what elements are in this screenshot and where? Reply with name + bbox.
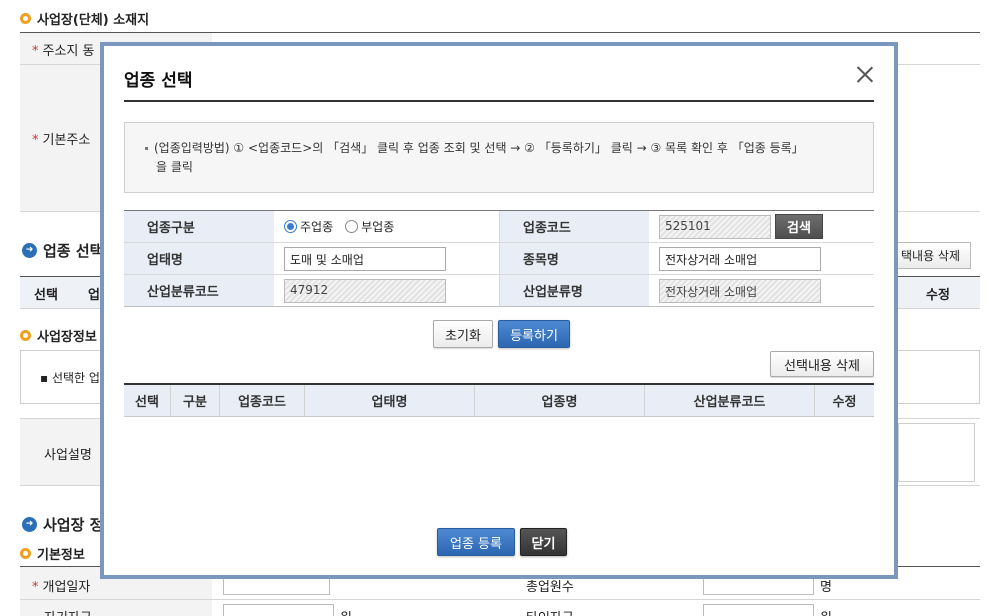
reset-button[interactable]: 초기화	[433, 320, 493, 348]
guide-line: (업종입력방법) ① <업종코드>의 「검색」 클릭 후 업종 조회 및 선택 …	[145, 139, 853, 158]
bullet-icon	[145, 147, 148, 150]
delete-selected-button[interactable]: 선택내용 삭제	[770, 351, 874, 377]
industry-code-field: 525101	[659, 214, 771, 239]
unit-won: 원	[340, 607, 352, 616]
open-date-label: * 개업일자	[32, 580, 91, 595]
item-label: 종목명	[499, 243, 649, 274]
selected-hint: ▪ 선택한 업	[40, 371, 100, 385]
ind-name-field: 전자상거래 소매업	[659, 278, 821, 303]
biz-desc-textarea[interactable]	[898, 423, 975, 482]
register-button[interactable]: 등록하기	[498, 320, 570, 348]
radio-sub-industry[interactable]: 부업종	[345, 218, 394, 235]
bullet-icon	[20, 548, 31, 559]
bullet-icon	[20, 13, 31, 24]
col-ind-code: 산업분류코드	[645, 385, 815, 416]
basic-address-label: * 기본주소	[32, 133, 91, 148]
section-location-title: 사업장(단체) 소재지	[20, 9, 149, 28]
bg-delete-selected-button[interactable]: 택내용 삭제	[890, 242, 972, 269]
radio-checked-icon[interactable]	[284, 220, 297, 233]
biz-desc-label: 사업설명	[44, 448, 92, 463]
business-label: 업태명	[124, 243, 274, 274]
guide-box: (업종입력방법) ① <업종코드>의 「검색」 클릭 후 업종 조회 및 선택 …	[124, 122, 874, 193]
industry-list: 선택 구분 업종코드 업태명 업종명 산업분류코드 수정	[124, 383, 874, 417]
col-edit: 수정	[832, 395, 857, 410]
biz-info-title: 사업장정보	[20, 326, 97, 345]
arrow-right-icon: ➜	[22, 517, 37, 532]
own-capital-label: 자기자금	[44, 607, 92, 616]
form-row: 산업분류코드 47912 산업분류명 전자상거래 소매업	[124, 275, 874, 307]
divider	[20, 599, 980, 600]
other-capital-label: 타인자금	[526, 607, 574, 616]
ind-code-field: 47912	[284, 278, 446, 303]
section-location-label: 사업장(단체) 소재지	[37, 13, 150, 28]
col-business: 업태명	[305, 385, 475, 416]
bullet-icon	[20, 330, 31, 341]
unit-won: 원	[820, 607, 832, 616]
form-row: 업태명 도매 및 소매업 종목명 전자상거래 소매업	[124, 243, 874, 275]
item-value: 전자상거래 소매업	[649, 243, 874, 274]
radio-unchecked-icon[interactable]	[345, 220, 359, 233]
form-row: 업종구분 주업종 부업종 업종코드 525101 검색	[124, 211, 874, 243]
col-select: 선택	[124, 385, 171, 416]
industry-section-title: ➜ 업종 선택	[22, 240, 103, 261]
basic-info-title: 기본정보	[20, 544, 85, 563]
arrow-right-icon: ➜	[22, 243, 37, 258]
bg-col-edit: 수정	[926, 288, 950, 303]
ind-name-label: 산업분류명	[499, 275, 649, 306]
other-capital-input[interactable]	[703, 604, 814, 616]
code-value: 525101 검색	[649, 211, 874, 242]
business-value: 도매 및 소매업	[274, 243, 499, 274]
bg-col-select: 선택	[34, 288, 58, 303]
col-type: 구분	[171, 385, 220, 416]
ind-name-value: 전자상거래 소매업	[649, 275, 874, 306]
radio-main-industry[interactable]: 주업종	[284, 218, 333, 235]
col-industry-name: 업종명	[475, 385, 645, 416]
close-button[interactable]: 닫기	[520, 528, 567, 556]
type-value: 주업종 부업종	[274, 211, 499, 242]
type-label: 업종구분	[124, 211, 274, 242]
industry-form: 업종구분 주업종 부업종 업종코드 525101 검색 업태명 도매 및 소매업…	[124, 210, 874, 307]
guide-line: 을 클릭	[156, 160, 193, 174]
close-icon[interactable]	[856, 66, 874, 84]
register-industry-button[interactable]: 업종 등록	[437, 528, 515, 556]
ind-code-value: 47912	[274, 275, 499, 306]
code-label: 업종코드	[499, 211, 649, 242]
modal-title: 업종 선택	[124, 71, 193, 91]
title-divider	[124, 100, 874, 102]
address-label: * 주소지 동	[32, 44, 95, 59]
biz-section-title: ➜ 사업장 정	[22, 514, 103, 535]
list-header: 선택 구분 업종코드 업태명 업종명 산업분류코드 수정	[124, 385, 874, 417]
industry-select-modal: 업종 선택 (업종입력방법) ① <업종코드>의 「검색」 클릭 후 업종 조회…	[100, 42, 898, 579]
business-field[interactable]: 도매 및 소매업	[284, 246, 446, 271]
search-button[interactable]: 검색	[775, 214, 823, 239]
own-capital-input[interactable]	[223, 604, 334, 616]
item-field[interactable]: 전자상거래 소매업	[659, 246, 821, 271]
ind-code-label: 산업분류코드	[124, 275, 274, 306]
col-industry-code: 업종코드	[220, 385, 305, 416]
bg-col-partial: 업	[88, 288, 100, 303]
